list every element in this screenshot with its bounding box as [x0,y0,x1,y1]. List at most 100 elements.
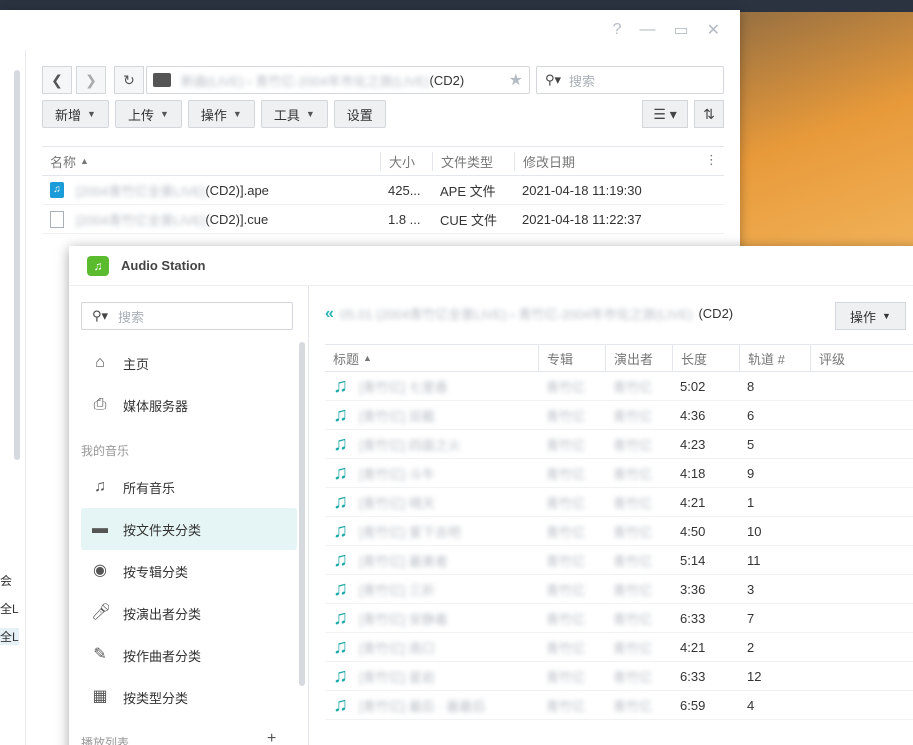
track-length: 6:59 [680,697,706,713]
breadcrumb: « 05.01 (2004青竹亿全景LIVE) › 青竹亿-2004年市化之旅(… [325,304,733,323]
home-icon: ⌂ [95,354,105,371]
column-modified[interactable]: 修改日期 ⋮ [514,151,724,171]
track-row[interactable]: ♫ [青竹亿] 七里香 青竹亿 青竹亿 5:02 8 [325,372,913,401]
track-title: [青竹亿] 斗牛 [359,466,435,482]
column-title[interactable]: 标题 ▲ [325,345,538,371]
track-row[interactable]: ♫ [青竹亿] 安静着 青竹亿 青竹亿 6:33 7 [325,604,913,633]
track-row[interactable]: ♫ [青竹亿] 双截 青竹亿 青竹亿 4:36 6 [325,401,913,430]
track-number: 12 [747,668,762,684]
column-name[interactable]: 名称 ▲ [42,152,380,171]
file-table: 名称 ▲ 大小 文件类型 修改日期 ⋮ ♫ [2004青竹亿全景LIVE] (CD2)]… [42,146,724,234]
minimize-icon[interactable]: — [639,21,655,39]
path-bar[interactable]: 新曲(LIVE) › 青竹亿-2004年市化之旅(LIVE) (CD2) ★ [146,66,530,94]
track-album: 青竹亿 [546,669,586,685]
search-input[interactable]: ⚲▾ 搜索 [536,66,724,94]
file-name-blurred: [2004青竹亿全景LIVE] [76,183,206,199]
track-row[interactable]: ♫ [青竹亿] 星岩 青竹亿 青竹亿 6:33 12 [325,662,913,691]
sort-icon: ⇅ [703,105,715,122]
chevron-left-icon: ❮ [51,71,63,88]
nav-by-genre[interactable]: ▦ 按类型分类 [81,676,297,718]
track-number: 10 [747,523,762,539]
track-length: 4:50 [680,523,706,539]
column-length[interactable]: 长度 [672,345,739,371]
more-vertical-icon[interactable]: ⋮ [705,152,718,168]
track-row[interactable]: ♫ [青竹亿] 四面之火 青竹亿 青竹亿 4:23 5 [325,430,913,459]
folder-icon [153,73,171,87]
music-note-icon: ♫ [333,520,348,542]
nav-by-artist[interactable]: 🎤︎ 按演出者分类 [81,592,297,634]
column-artist[interactable]: 演出者 [605,345,672,371]
track-title: [青竹亿] 双截 [359,408,435,424]
nav-by-composer-label: 按作曲者分类 [123,648,202,664]
column-album[interactable]: 专辑 [538,345,605,371]
file-row[interactable]: ♫ [2004青竹亿全景LIVE] (CD2)].ape 425... APE 文件… [42,176,724,205]
caret-down-icon: ▼ [232,109,242,119]
new-label: 新增 [55,107,82,123]
nav-all-music[interactable]: ♫ 所有音乐 [81,466,297,508]
track-length: 4:23 [680,436,706,452]
star-icon[interactable]: ★ [509,70,523,90]
music-note-icon: ♫ [333,694,348,716]
new-button[interactable]: 新增 ▼ [42,100,109,128]
column-size[interactable]: 大小 [380,151,432,171]
maximize-icon[interactable]: ▭ [673,20,688,40]
track-length: 4:18 [680,465,706,481]
sidebar-search-input[interactable]: ⚲▾ 搜索 [81,302,293,330]
sidebar-text: 会 [0,574,13,588]
nav-by-folder[interactable]: ▬ 按文件夹分类 [81,508,297,550]
breadcrumb-blurred[interactable]: 05.01 (2004青竹亿全景LIVE) › 青竹亿-2004年市化之旅(LI… [340,304,693,323]
track-row[interactable]: ♫ [青竹亿] 最美者 青竹亿 青竹亿 5:14 11 [325,546,913,575]
music-note-icon: ♫ [333,462,348,484]
tools-button[interactable]: 工具 ▼ [260,100,328,128]
sidebar-scrollbar[interactable] [299,342,305,686]
action-button[interactable]: 操作 ▼ [187,100,255,128]
music-note-icon: ♫ [333,433,348,455]
nav-home[interactable]: ⌂ 主页 [81,342,297,384]
track-length: 5:02 [680,378,706,394]
settings-button[interactable]: 设置 [333,100,386,128]
nav-media-server[interactable]: ⎙ 媒体服务器 [81,384,297,426]
track-row[interactable]: ♫ [青竹亿] 三折 青竹亿 青竹亿 3:36 3 [325,575,913,604]
track-number: 3 [747,581,755,597]
sidebar-scrollbar[interactable] [14,70,20,460]
track-row[interactable]: ♫ [青竹亿] 最后 · 最最后 青竹亿 青竹亿 6:59 4 [325,691,913,720]
action-button[interactable]: 操作 ▼ [835,302,906,330]
column-track[interactable]: 轨道 # [739,345,810,371]
nav-by-folder-label: 按文件夹分类 [123,522,202,538]
track-row[interactable]: ♫ [青竹亿] 南口 青竹亿 青竹亿 4:21 2 [325,633,913,662]
track-artist: 青竹亿 [613,611,653,627]
list-view-button[interactable]: ☰ ▾ [642,100,688,128]
track-album: 青竹亿 [546,495,586,511]
track-album: 青竹亿 [546,698,586,714]
settings-label: 设置 [346,107,373,123]
help-icon[interactable]: ? [613,21,622,39]
file-station-titlebar: ? — ▭ ✕ [0,10,740,50]
nav-by-album[interactable]: ◉ 按专辑分类 [81,550,297,592]
sort-asc-icon: ▲ [80,156,89,166]
sidebar-text: 全L [0,602,19,616]
sort-button[interactable]: ⇅ [694,100,724,128]
track-number: 11 [747,552,761,568]
nav-by-genre-label: 按类型分类 [123,690,189,706]
nav-by-composer[interactable]: ✎ 按作曲者分类 [81,634,297,676]
refresh-button[interactable]: ↻ [114,66,144,94]
grid-icon: ▦ [92,688,108,705]
column-rating[interactable]: 评级 [810,345,913,371]
sort-asc-icon: ▲ [363,353,372,363]
back-icon[interactable]: « [325,305,334,323]
caret-down-icon: ▼ [882,311,891,321]
file-size: 1.8 ... [388,211,421,227]
track-length: 4:36 [680,407,706,423]
track-rows: ♫ [青竹亿] 七里香 青竹亿 青竹亿 5:02 8 ♫ [青竹亿] 双截 青竹亿 青竹亿 4:36… [325,372,913,720]
add-playlist-icon[interactable]: + [267,730,276,745]
track-row[interactable]: ♫ [青竹亿] 斗牛 青竹亿 青竹亿 4:18 9 [325,459,913,488]
column-type[interactable]: 文件类型 [432,151,514,171]
file-name-blurred: [2004青竹亿全景LIVE] [76,212,206,228]
file-row[interactable]: [2004青竹亿全景LIVE] (CD2)].cue 1.8 ... CUE 文件… [42,205,724,234]
back-button[interactable]: ❮ [42,66,72,94]
track-row[interactable]: ♫ [青竹亿] 晴天 青竹亿 青竹亿 4:21 1 [325,488,913,517]
track-row[interactable]: ♫ [青竹亿] 爱下去吧 青竹亿 青竹亿 4:50 10 [325,517,913,546]
upload-button[interactable]: 上传 ▼ [114,100,182,128]
close-icon[interactable]: ✕ [707,20,720,40]
forward-button[interactable]: ❯ [76,66,106,94]
